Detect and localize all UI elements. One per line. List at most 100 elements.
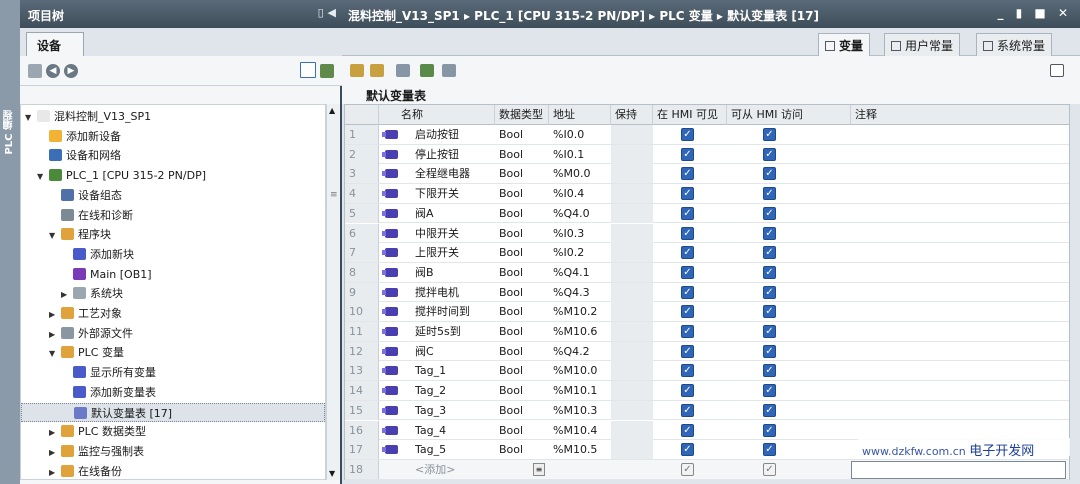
- tag-name[interactable]: 下限开关: [411, 184, 495, 203]
- tree-item[interactable]: 设备和网络: [21, 146, 325, 166]
- tag-name[interactable]: Tag_4: [411, 421, 495, 440]
- hmi-accessible-checkbox[interactable]: ✓: [763, 167, 776, 181]
- expand-down-icon[interactable]: ▼: [37, 167, 47, 186]
- table-row[interactable]: 4 下限开关 Bool %I0.4 ✓ ✓: [345, 184, 1069, 204]
- tag-name[interactable]: Tag_1: [411, 361, 495, 380]
- hmi-visible-checkbox[interactable]: ✓: [681, 305, 694, 319]
- tag-comment[interactable]: [851, 361, 1069, 380]
- tree-item[interactable]: 在线和诊断: [21, 206, 325, 226]
- table-row[interactable]: 14 Tag_2 Bool %M10.1 ✓ ✓: [345, 381, 1069, 401]
- scroll-grip-icon[interactable]: ≡: [330, 190, 338, 200]
- hmi-visible-checkbox[interactable]: ✓: [681, 226, 694, 240]
- hmi-accessible-checkbox[interactable]: ✓: [763, 265, 776, 279]
- tab-user-constants[interactable]: 用户常量: [884, 33, 961, 56]
- table-row[interactable]: 6 中限开关 Bool %I0.3 ✓ ✓: [345, 223, 1069, 244]
- settings-icon[interactable]: [442, 64, 456, 77]
- tag-address[interactable]: %M10.1: [549, 381, 611, 400]
- table-row[interactable]: 11 延时5s到 Bool %M10.6 ✓ ✓: [345, 322, 1069, 342]
- expand-right-icon[interactable]: ▶: [49, 325, 59, 344]
- expand-down-icon[interactable]: ▼: [25, 108, 35, 127]
- table-row[interactable]: 10 搅拌时间到 Bool %M10.2 ✓ ✓: [345, 302, 1069, 322]
- hmi-accessible-checkbox[interactable]: ✓: [763, 462, 776, 476]
- overview-icon[interactable]: [300, 62, 316, 78]
- tag-name[interactable]: 阀A: [411, 204, 495, 223]
- tree-item[interactable]: ▶ 在线备份: [21, 462, 325, 482]
- tag-data-type[interactable]: Bool: [495, 224, 549, 243]
- expand-right-icon[interactable]: ▶: [49, 463, 59, 482]
- tag-comment[interactable]: [851, 381, 1069, 400]
- hmi-visible-checkbox[interactable]: ✓: [681, 265, 694, 279]
- tag-name[interactable]: Tag_2: [411, 381, 495, 400]
- table-row[interactable]: 1 启动按钮 Bool %I0.0 ✓ ✓: [345, 125, 1069, 145]
- tag-data-type[interactable]: Bool: [495, 322, 549, 341]
- expand-right-icon[interactable]: ▶: [61, 285, 71, 304]
- table-row[interactable]: 5 阀A Bool %Q4.0 ✓ ✓: [345, 203, 1069, 224]
- add-row[interactable]: 18 <添加> ≡ ✓ ✓: [345, 459, 1069, 480]
- tag-address[interactable]: %M10.3: [549, 401, 611, 420]
- col-header-address[interactable]: 地址: [549, 105, 611, 125]
- tag-data-type[interactable]: Bool: [495, 440, 549, 459]
- split-view-icon[interactable]: [1050, 64, 1064, 77]
- hmi-accessible-checkbox[interactable]: ✓: [763, 423, 776, 437]
- tree-item[interactable]: 显示所有变量: [21, 363, 325, 383]
- hmi-accessible-checkbox[interactable]: ✓: [763, 187, 776, 201]
- tag-comment[interactable]: [851, 421, 1069, 440]
- tag-comment[interactable]: [851, 342, 1069, 361]
- vertical-sidebar-strip[interactable]: PLC 编程: [0, 0, 20, 484]
- table-row[interactable]: 12 阀C Bool %Q4.2 ✓ ✓: [345, 341, 1069, 362]
- add-icon[interactable]: [320, 64, 334, 78]
- col-header-name[interactable]: 名称: [379, 105, 495, 125]
- col-header-hmi-visible[interactable]: 在 HMI 可见: [653, 105, 727, 125]
- hmi-accessible-checkbox[interactable]: ✓: [763, 384, 776, 398]
- hmi-visible-checkbox[interactable]: ✓: [681, 403, 694, 417]
- scroll-down-icon[interactable]: ▼: [329, 469, 335, 478]
- tag-data-type[interactable]: Bool: [495, 125, 549, 144]
- tag-comment[interactable]: [851, 164, 1069, 183]
- tag-name[interactable]: 延时5s到: [411, 322, 495, 341]
- tag-comment[interactable]: [851, 125, 1069, 144]
- tag-comment[interactable]: [851, 243, 1069, 262]
- tab-tags[interactable]: 变量: [818, 33, 871, 56]
- hmi-visible-checkbox[interactable]: ✓: [681, 384, 694, 398]
- tree-item[interactable]: 添加新变量表: [21, 383, 325, 403]
- tree-item[interactable]: ▶ 系统块: [21, 284, 325, 304]
- tree-item[interactable]: 设备组态: [21, 186, 325, 206]
- hmi-visible-checkbox[interactable]: ✓: [681, 462, 694, 476]
- tree-item[interactable]: 默认变量表 [17]: [21, 402, 325, 423]
- expand-down-icon[interactable]: ▼: [49, 226, 59, 245]
- tag-data-type[interactable]: Bool: [495, 145, 549, 164]
- tag-comment[interactable]: [851, 283, 1069, 302]
- tree-item[interactable]: ▼ PLC 变量: [21, 343, 325, 363]
- table-row[interactable]: 15 Tag_3 Bool %M10.3 ✓ ✓: [345, 400, 1069, 421]
- tag-data-type[interactable]: Bool: [495, 283, 549, 302]
- tag-name[interactable]: 停止按钮: [411, 145, 495, 164]
- hmi-accessible-checkbox[interactable]: ✓: [763, 226, 776, 240]
- tag-name[interactable]: Tag_3: [411, 401, 495, 420]
- hmi-visible-checkbox[interactable]: ✓: [681, 187, 694, 201]
- add-row-icon[interactable]: [370, 64, 384, 77]
- tag-address[interactable]: %Q4.2: [549, 342, 611, 361]
- tag-data-type[interactable]: Bool: [495, 184, 549, 203]
- tag-address[interactable]: %I0.4: [549, 184, 611, 203]
- expand-right-icon[interactable]: ▶: [49, 423, 59, 442]
- hmi-accessible-checkbox[interactable]: ✓: [763, 206, 776, 220]
- tag-comment[interactable]: [851, 263, 1069, 282]
- tag-comment[interactable]: [851, 145, 1069, 164]
- table-row[interactable]: 8 阀B Bool %Q4.1 ✓ ✓: [345, 262, 1069, 283]
- tag-comment[interactable]: [851, 322, 1069, 341]
- hmi-visible-checkbox[interactable]: ✓: [681, 246, 694, 260]
- comment-input[interactable]: [851, 460, 1066, 479]
- tag-address[interactable]: %I0.2: [549, 243, 611, 262]
- scroll-up-icon[interactable]: ▲: [329, 106, 335, 115]
- tag-data-type[interactable]: Bool: [495, 361, 549, 380]
- hmi-visible-checkbox[interactable]: ✓: [681, 206, 694, 220]
- tag-name[interactable]: 搅拌时间到: [411, 302, 495, 321]
- back-icon[interactable]: ◀: [46, 64, 60, 78]
- hmi-visible-checkbox[interactable]: ✓: [681, 128, 694, 141]
- tag-data-type[interactable]: Bool: [495, 204, 549, 223]
- tag-address[interactable]: %M10.0: [549, 361, 611, 380]
- hmi-visible-checkbox[interactable]: ✓: [681, 443, 694, 457]
- tag-address[interactable]: %I0.1: [549, 145, 611, 164]
- hmi-accessible-checkbox[interactable]: ✓: [763, 344, 776, 358]
- expand-right-icon[interactable]: ▶: [49, 443, 59, 462]
